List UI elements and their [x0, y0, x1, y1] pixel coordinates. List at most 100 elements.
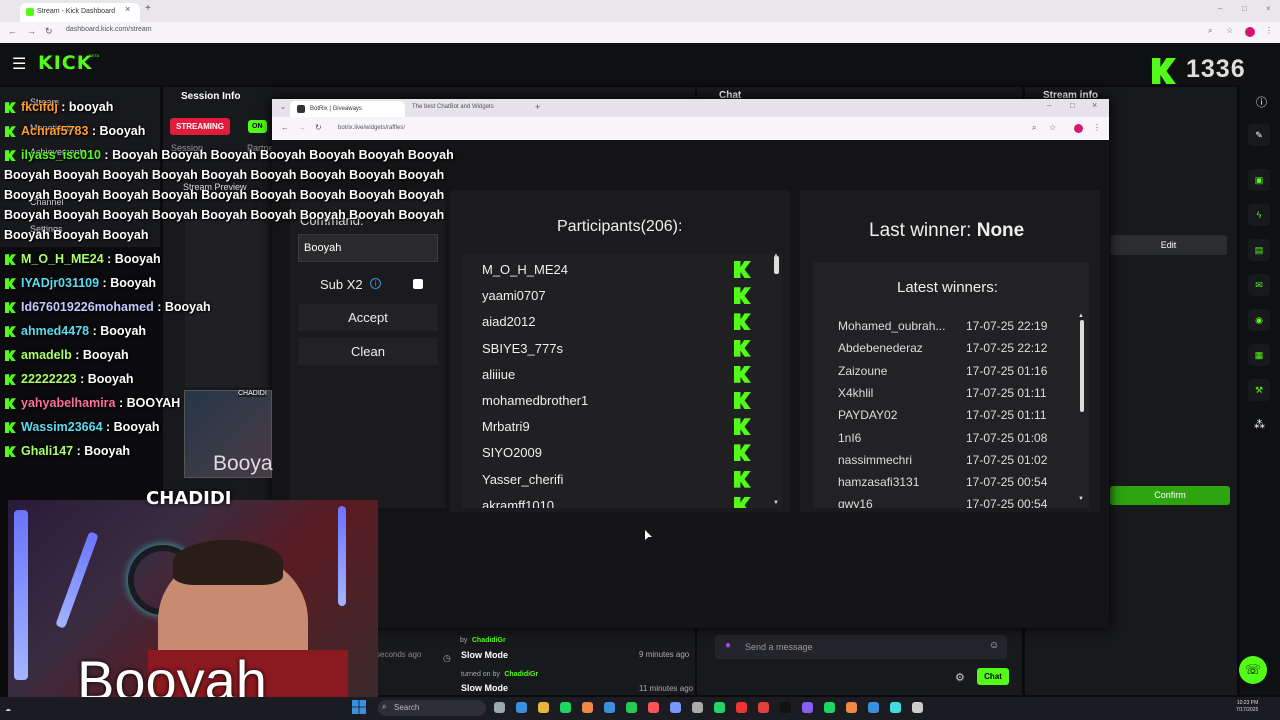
emoji-icon[interactable]: ☺	[989, 640, 999, 651]
chat-send-button[interactable]: Chat	[977, 668, 1009, 685]
tiktok-icon[interactable]	[780, 702, 791, 713]
scroll-up-arrow-icon[interactable]: ▲	[773, 253, 779, 259]
file-explorer-icon[interactable]	[538, 702, 549, 713]
close-window-icon[interactable]: ×	[1266, 4, 1271, 13]
layout-icon[interactable]: ▣	[1248, 169, 1270, 191]
inner-forward-icon[interactable]: →	[298, 123, 306, 132]
store-icon[interactable]	[604, 702, 615, 713]
sub-x2-label: Sub X2	[320, 277, 363, 292]
chat-overlay-message: Booyah Booyah Booyah Booyah Booyah Booya…	[4, 168, 444, 182]
chat-overlay-message: Booyah Booyah Booyah Booyah Booyah Booya…	[4, 208, 444, 222]
activity-title: Slow Mode	[461, 650, 508, 660]
inner-star-icon[interactable]: ☆	[1049, 123, 1056, 132]
monitor-icon[interactable]: ▦	[1248, 344, 1270, 366]
tab-actions-chevron-icon[interactable]: ⌄	[280, 103, 286, 111]
winners-scroll-up-icon[interactable]: ▲	[1078, 313, 1084, 319]
bookmark-star-icon[interactable]: ☆	[1226, 26, 1233, 35]
info-icon[interactable]: ⓘ	[1256, 94, 1267, 110]
lightning-icon[interactable]: ϟ	[1248, 204, 1270, 226]
profile-avatar[interactable]	[1245, 27, 1255, 37]
teams-icon[interactable]	[802, 702, 813, 713]
help-support-icon[interactable]: ☏	[1239, 656, 1267, 684]
confirm-button[interactable]: Confirm	[1110, 486, 1230, 505]
winner-date: 17-07-25 01:08	[966, 430, 1048, 445]
accept-button[interactable]: Accept	[298, 304, 438, 331]
app-icon[interactable]	[890, 702, 901, 713]
tab-botrix-giveaways[interactable]: BotRix | Giveaways	[290, 101, 405, 117]
sub-x2-checkbox[interactable]	[413, 279, 423, 289]
task-view-icon[interactable]	[494, 702, 505, 713]
edge-icon[interactable]	[516, 702, 527, 713]
whatsapp-icon[interactable]	[714, 702, 725, 713]
last-winner: Last winner: None	[869, 220, 1025, 241]
inner-close-icon[interactable]: ×	[1092, 100, 1097, 110]
forward-icon[interactable]: →	[27, 26, 36, 36]
sub-x2-info-icon[interactable]: i	[370, 278, 381, 289]
participant-row: aiad2012	[462, 308, 762, 334]
spotify-icon[interactable]	[824, 702, 835, 713]
brave-icon[interactable]	[736, 702, 747, 713]
tab-chatbot-widgets[interactable]: The best ChatBot and Widgets	[412, 104, 494, 110]
inner-minimize-icon[interactable]: –	[1047, 101, 1051, 110]
winner-date: 17-07-25 00:54	[966, 475, 1048, 490]
inner-back-icon[interactable]: ←	[281, 123, 289, 132]
winners-scroll-down-icon[interactable]: ▼	[1078, 496, 1084, 502]
maximize-icon[interactable]: □	[1242, 4, 1247, 13]
edit-button[interactable]: Edit	[1110, 235, 1227, 255]
app-icon[interactable]	[912, 702, 923, 713]
edit-pencil-icon[interactable]: ✎	[1248, 124, 1270, 146]
activity-time-2: 11 minutes ago	[639, 684, 694, 693]
winner-date: 17-07-25 22:19	[966, 319, 1048, 333]
wrench-icon[interactable]: ⚒	[1248, 379, 1270, 401]
taskbar-clock[interactable]: 10:23 PM 7/17/2025	[1236, 700, 1258, 714]
chrome-icon[interactable]	[846, 702, 857, 713]
inner-reload-icon[interactable]: ↻	[315, 123, 322, 132]
last-winner-value: None	[976, 220, 1025, 241]
zoom-icon[interactable]: ⌕	[1208, 26, 1212, 36]
minimize-icon[interactable]: –	[1218, 4, 1222, 13]
close-tab-icon[interactable]: ×	[125, 4, 130, 14]
broadcast-icon[interactable]: ◉	[1248, 309, 1270, 331]
reload-icon[interactable]: ↻	[45, 26, 53, 37]
discord-icon[interactable]	[670, 702, 681, 713]
browser-menu-icon[interactable]: ⋮	[1265, 26, 1273, 35]
activity-time-left: seconds ago	[376, 650, 422, 659]
chrome-icon[interactable]	[582, 702, 593, 713]
chat-message-input[interactable]: ● Send a message ☺	[715, 635, 1007, 659]
browser-tab-kick-dashboard[interactable]: Stream - Kick Dashboard	[20, 3, 140, 22]
spotify-icon[interactable]	[560, 702, 571, 713]
command-input[interactable]	[298, 234, 438, 262]
chat-bubble-icon[interactable]: ✉	[1248, 274, 1270, 296]
youtube-icon[interactable]	[758, 702, 769, 713]
clipboard-icon[interactable]: ▤	[1248, 239, 1270, 261]
app-icon[interactable]	[692, 702, 703, 713]
app-icon[interactable]	[648, 702, 659, 713]
kick-logo[interactable]: KICK	[38, 52, 92, 74]
inner-zoom-icon[interactable]: ⌕	[1032, 123, 1036, 133]
back-icon[interactable]: ←	[8, 26, 17, 36]
neon-light-left	[14, 510, 28, 680]
chat-settings-gear-icon[interactable]: ⚙	[955, 671, 965, 684]
app-icon[interactable]	[626, 702, 637, 713]
chat-overlay-message: fkcifdj : booyah	[5, 100, 113, 114]
kick-badge-icon	[5, 278, 16, 290]
kick-badge-icon	[5, 374, 16, 386]
new-tab-icon[interactable]: +	[145, 3, 151, 14]
url-text[interactable]: dashboard.kick.com/stream	[66, 26, 152, 33]
inner-url-text[interactable]: botrix.live/widgets/raffles/	[338, 125, 405, 131]
taskbar-search[interactable]: ⌕ Search	[378, 700, 486, 716]
inner-maximize-icon[interactable]: □	[1070, 101, 1075, 110]
participant-row: Yasser_cherifi	[462, 466, 762, 492]
apps-icon[interactable]: ⁂	[1254, 418, 1265, 431]
microphone-icon[interactable]: ●	[725, 640, 731, 651]
kick-platform-icon	[734, 444, 751, 462]
inner-profile-avatar[interactable]	[1074, 124, 1083, 133]
app-icon[interactable]	[868, 702, 879, 713]
scroll-down-arrow-icon[interactable]: ▼	[773, 500, 779, 506]
inner-new-tab-icon[interactable]: +	[535, 102, 540, 112]
participant-row: M_O_H_ME24	[462, 256, 762, 282]
inner-menu-icon[interactable]: ⋮	[1093, 123, 1101, 132]
winners-scrollbar[interactable]	[1080, 320, 1084, 412]
hamburger-menu-icon[interactable]: ☰	[12, 54, 26, 74]
clean-button[interactable]: Clean	[298, 338, 438, 365]
